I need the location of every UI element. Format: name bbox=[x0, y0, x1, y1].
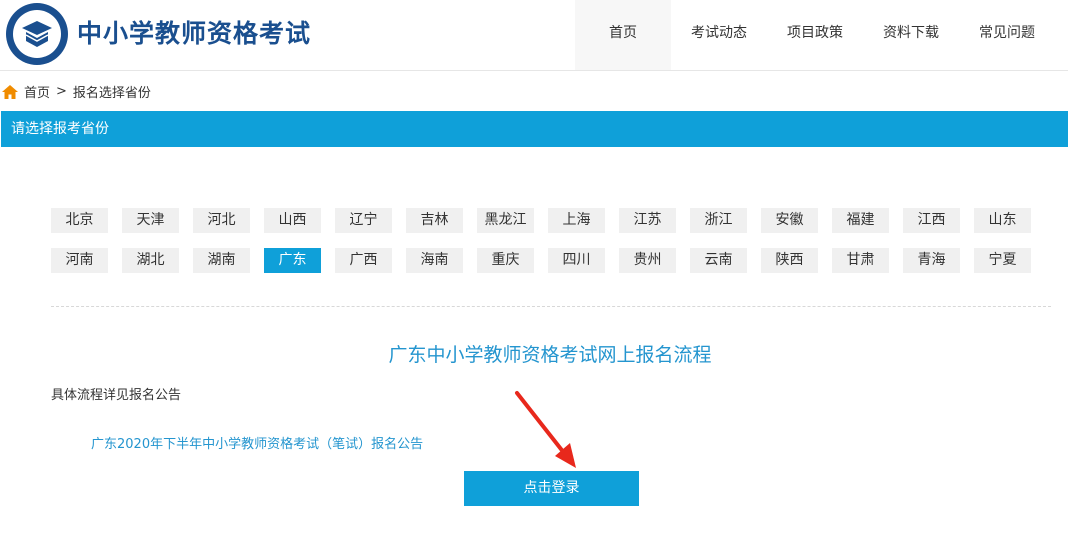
flow-subtitle: 具体流程详见报名公告 bbox=[51, 388, 182, 403]
nav-policy[interactable]: 项目政策 bbox=[767, 0, 863, 70]
province-16[interactable]: 湖南 bbox=[193, 248, 250, 273]
province-25[interactable]: 甘肃 bbox=[832, 248, 889, 273]
header: 中小学教师资格考试 首页 考试动态 项目政策 资料下载 常见问题 bbox=[0, 0, 1068, 71]
province-9[interactable]: 浙江 bbox=[690, 208, 747, 233]
nav-exam-news[interactable]: 考试动态 bbox=[671, 0, 767, 70]
province-1[interactable]: 天津 bbox=[122, 208, 179, 233]
province-24[interactable]: 陕西 bbox=[761, 248, 818, 273]
province-17[interactable]: 广东 bbox=[264, 248, 321, 273]
province-19[interactable]: 海南 bbox=[406, 248, 463, 273]
province-18[interactable]: 广西 bbox=[335, 248, 392, 273]
province-26[interactable]: 青海 bbox=[903, 248, 960, 273]
province-14[interactable]: 河南 bbox=[51, 248, 108, 273]
main-nav: 首页 考试动态 项目政策 资料下载 常见问题 bbox=[575, 0, 1055, 70]
divider bbox=[51, 306, 1051, 307]
red-arrow-annotation bbox=[515, 391, 576, 468]
section-header-bar: 请选择报考省份 bbox=[1, 111, 1068, 147]
province-15[interactable]: 湖北 bbox=[122, 248, 179, 273]
province-4[interactable]: 辽宁 bbox=[335, 208, 392, 233]
breadcrumb-current: 报名选择省份 bbox=[72, 86, 151, 101]
nav-downloads[interactable]: 资料下载 bbox=[863, 0, 959, 70]
login-button[interactable]: 点击登录 bbox=[464, 471, 639, 506]
province-2[interactable]: 河北 bbox=[193, 208, 250, 233]
breadcrumb-home-link[interactable]: 首页 bbox=[24, 82, 50, 101]
province-5[interactable]: 吉林 bbox=[406, 208, 463, 233]
province-8[interactable]: 江苏 bbox=[619, 208, 676, 233]
province-21[interactable]: 四川 bbox=[548, 248, 605, 273]
registration-notice-link[interactable]: 广东2020年下半年中小学教师资格考试（笔试）报名公告 bbox=[91, 433, 423, 452]
nav-home[interactable]: 首页 bbox=[575, 0, 671, 70]
province-10[interactable]: 安徽 bbox=[761, 208, 818, 233]
breadcrumb: 首页 > 报名选择省份 bbox=[2, 82, 151, 101]
province-20[interactable]: 重庆 bbox=[477, 248, 534, 273]
seal-logo-icon bbox=[13, 10, 61, 58]
section-title: 请选择报考省份 bbox=[11, 121, 109, 137]
site-title: 中小学教师资格考试 bbox=[77, 19, 312, 48]
province-7[interactable]: 上海 bbox=[548, 208, 605, 233]
home-icon bbox=[2, 84, 18, 99]
flow-title: 广东中小学教师资格考试网上报名流程 bbox=[388, 344, 712, 366]
site-logo[interactable] bbox=[6, 3, 68, 65]
province-27[interactable]: 宁夏 bbox=[974, 248, 1031, 273]
province-0[interactable]: 北京 bbox=[51, 208, 108, 233]
province-13[interactable]: 山东 bbox=[974, 208, 1031, 233]
province-3[interactable]: 山西 bbox=[264, 208, 321, 233]
breadcrumb-separator: > bbox=[56, 84, 67, 99]
province-23[interactable]: 云南 bbox=[690, 248, 747, 273]
nav-faq[interactable]: 常见问题 bbox=[959, 0, 1055, 70]
province-6[interactable]: 黑龙江 bbox=[477, 208, 534, 233]
province-22[interactable]: 贵州 bbox=[619, 248, 676, 273]
province-11[interactable]: 福建 bbox=[832, 208, 889, 233]
province-12[interactable]: 江西 bbox=[903, 208, 960, 233]
